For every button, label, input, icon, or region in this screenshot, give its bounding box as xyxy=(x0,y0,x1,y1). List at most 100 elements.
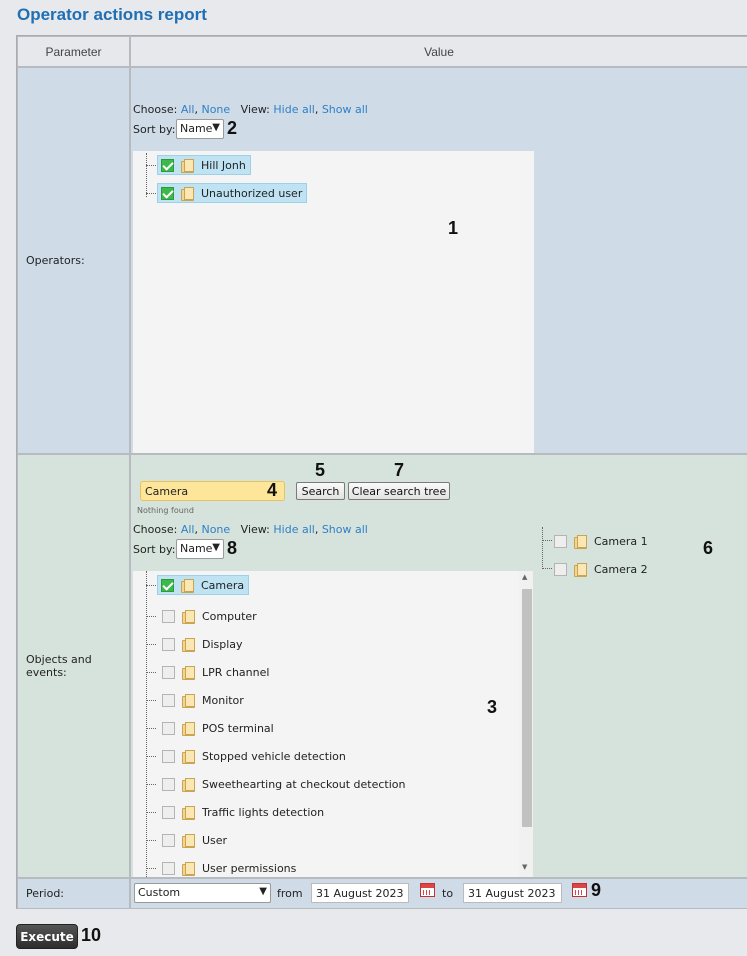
tree-connector xyxy=(542,527,543,569)
choose-all-link[interactable]: All xyxy=(181,523,195,536)
tree-item-lpr-channel[interactable]: LPR channel xyxy=(162,662,269,682)
checkbox-icon[interactable] xyxy=(554,534,567,548)
tree-item-traffic-lights-detection[interactable]: Traffic lights detection xyxy=(162,802,324,822)
from-date-value: 31 August 2023 xyxy=(316,887,404,900)
tree-item-user[interactable]: User xyxy=(162,830,227,850)
checkbox-icon[interactable] xyxy=(161,158,174,172)
tree-item-label: Camera 2 xyxy=(594,562,648,576)
period-preset-select[interactable]: Custom ▼ xyxy=(134,883,271,903)
tree-item-label: Hill Jonh xyxy=(201,158,246,172)
folder-icon xyxy=(181,749,195,764)
tree-item-stopped-vehicle-detection[interactable]: Stopped vehicle detection xyxy=(162,746,346,766)
checkbox-icon[interactable] xyxy=(554,562,567,576)
checkbox-icon[interactable] xyxy=(162,833,175,847)
tree-item-label: POS terminal xyxy=(202,721,274,735)
tree-item-label: Camera 1 xyxy=(594,534,648,548)
hide-all-link[interactable]: Hide all xyxy=(273,103,314,116)
execute-button[interactable]: Execute xyxy=(16,924,78,949)
from-label: from xyxy=(277,887,303,900)
folder-icon xyxy=(181,861,195,876)
checkbox-icon[interactable] xyxy=(162,665,175,679)
tree-item-label: Stopped vehicle detection xyxy=(202,749,346,763)
callout-4: 4 xyxy=(267,480,278,500)
callout-10: 10 xyxy=(81,925,102,945)
operators-sort-value: Name xyxy=(180,122,213,135)
objects-sort-select[interactable]: Name ▼ xyxy=(176,539,224,559)
tree-connector xyxy=(146,585,156,586)
folder-icon xyxy=(181,637,195,652)
choose-all-link[interactable]: All xyxy=(181,103,195,116)
from-date-input[interactable]: 31 August 2023 xyxy=(311,883,409,903)
to-date-value: 31 August 2023 xyxy=(468,887,556,900)
scroll-down-icon[interactable]: ▼ xyxy=(522,863,527,871)
scrollbar-thumb[interactable] xyxy=(522,589,532,827)
tree-item-label: Traffic lights detection xyxy=(202,805,325,819)
checkbox-icon[interactable] xyxy=(161,578,174,592)
calendar-icon[interactable] xyxy=(420,883,435,897)
tree-connector xyxy=(146,784,156,785)
operators-sort-select[interactable]: Name ▼ xyxy=(176,119,224,139)
operators-choose-bar: Choose: All, None View: Hide all, Show a… xyxy=(133,103,368,116)
callout-7: 7 xyxy=(394,460,405,480)
tree-item-sweethearting-detection[interactable]: Sweethearting at checkout detection xyxy=(162,774,405,794)
tree-connector xyxy=(542,540,552,541)
search-button[interactable]: Search xyxy=(296,482,345,500)
checkbox-icon[interactable] xyxy=(162,777,175,791)
tree-item-user-permissions[interactable]: User permissions xyxy=(162,858,296,877)
search-result-camera-2[interactable]: Camera 2 xyxy=(554,559,648,579)
calendar-icon[interactable] xyxy=(572,883,587,897)
tree-item-label: Computer xyxy=(202,609,257,623)
show-all-link[interactable]: Show all xyxy=(322,523,368,536)
tree-item-monitor[interactable]: Monitor xyxy=(162,690,244,710)
tree-item-unauthorized-user[interactable]: Unauthorized user xyxy=(157,183,308,203)
folder-icon xyxy=(181,693,195,708)
search-input-value: Camera xyxy=(145,485,189,498)
report-parameters-table: Parameter Value Operators: Choose: All, … xyxy=(16,35,747,909)
to-date-input[interactable]: 31 August 2023 xyxy=(463,883,562,903)
search-status: Nothing found xyxy=(137,506,194,515)
checkbox-icon[interactable] xyxy=(162,693,175,707)
folder-icon xyxy=(573,534,587,549)
object-search-input[interactable]: Camera xyxy=(140,481,285,501)
callout-1: 1 xyxy=(448,218,459,238)
operators-value-cell: Choose: All, None View: Hide all, Show a… xyxy=(130,67,747,454)
tree-item-label: Camera xyxy=(201,578,245,592)
checkbox-icon[interactable] xyxy=(162,637,175,651)
checkbox-icon[interactable] xyxy=(162,721,175,735)
callout-3: 3 xyxy=(487,697,498,717)
folder-icon xyxy=(573,562,587,577)
tree-scrollbar[interactable]: ▲ ▼ xyxy=(519,571,533,877)
parameter-column-header: Parameter xyxy=(17,36,130,67)
tree-item-camera[interactable]: Camera xyxy=(157,575,250,595)
period-preset-value: Custom xyxy=(138,886,181,899)
checkbox-icon[interactable] xyxy=(162,609,175,623)
folder-icon xyxy=(181,833,195,848)
tree-item-pos-terminal[interactable]: POS terminal xyxy=(162,718,274,738)
tree-item-hill-jonh[interactable]: Hill Jonh xyxy=(157,155,251,175)
chevron-down-icon: ▼ xyxy=(259,886,267,897)
callout-8: 8 xyxy=(227,538,238,558)
objects-tree[interactable]: Camera Computer Display LPR channel Moni… xyxy=(133,571,533,877)
tree-item-label: User xyxy=(202,833,228,847)
tree-item-display[interactable]: Display xyxy=(162,634,243,654)
callout-2: 2 xyxy=(227,118,238,138)
checkbox-icon[interactable] xyxy=(162,805,175,819)
search-result-camera-1[interactable]: Camera 1 xyxy=(554,531,648,551)
choose-none-link[interactable]: None xyxy=(201,103,230,116)
show-all-link[interactable]: Show all xyxy=(322,103,368,116)
tree-connector xyxy=(146,193,156,194)
clear-search-tree-button[interactable]: Clear search tree xyxy=(348,482,450,500)
checkbox-icon[interactable] xyxy=(161,186,174,200)
tree-connector xyxy=(146,728,156,729)
scroll-up-icon[interactable]: ▲ xyxy=(522,573,527,581)
operators-label: Operators: xyxy=(17,67,130,454)
choose-none-link[interactable]: None xyxy=(201,523,230,536)
checkbox-icon[interactable] xyxy=(162,749,175,763)
checkbox-icon[interactable] xyxy=(162,861,175,875)
tree-item-computer[interactable]: Computer xyxy=(162,606,257,626)
folder-icon xyxy=(181,777,195,792)
hide-all-link[interactable]: Hide all xyxy=(273,523,314,536)
objects-choose-bar: Choose: All, None View: Hide all, Show a… xyxy=(133,523,368,536)
operators-tree[interactable]: Hill Jonh Unauthorized user xyxy=(133,151,534,453)
choose-label: Choose: xyxy=(133,523,178,536)
